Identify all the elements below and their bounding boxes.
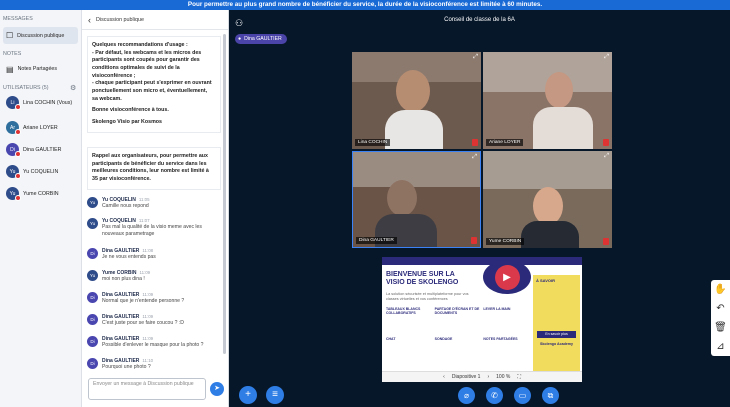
presentation-slide[interactable]: BIENVENUE SUR LA VISIO DE SKOLENGO ▶ La s… bbox=[382, 257, 582, 382]
chat-message: Yu Yu COQUELIN 11:07 Pas mal la qualité de … bbox=[87, 218, 223, 238]
expand-icon[interactable]: ⤢ bbox=[473, 54, 478, 61]
welcome-message: Quelques recommandations d'usage :- Par … bbox=[87, 36, 221, 133]
expand-icon[interactable]: ⤢ bbox=[604, 153, 609, 160]
slide-heading: VISIO DE SKOLENGO bbox=[386, 278, 459, 286]
fullscreen-icon[interactable]: ⛶ bbox=[517, 374, 521, 380]
video-tile[interactable]: ⤢ Yume CORBIN bbox=[483, 151, 612, 248]
user-item[interactable]: Yu Yu COQUELIN bbox=[3, 165, 78, 179]
chat-message: Di Dina GAULTIER 11:09 Normal que je n'ente… bbox=[87, 292, 223, 305]
mute-mic-button[interactable]: ⌀ bbox=[458, 387, 475, 404]
public-chat-item[interactable]: ☐ Discussion publique bbox=[3, 27, 78, 44]
time-limit-banner: Pour permettre au plus grand nombre de b… bbox=[0, 0, 730, 10]
phone-button[interactable]: ✆ bbox=[486, 387, 503, 404]
notes-header: NOTES bbox=[3, 51, 22, 57]
slide-more-button: En savoir plus bbox=[537, 331, 576, 338]
user-item[interactable]: Di Dina GAULTIER bbox=[3, 143, 78, 157]
settings-icon[interactable]: ⚙ bbox=[70, 84, 76, 92]
chat-icon: ☐ bbox=[6, 31, 14, 40]
slide-selector[interactable]: Diapositive 1 bbox=[452, 374, 481, 380]
video-tile[interactable]: ⤢ Lina COCHIN bbox=[352, 52, 481, 149]
slide-heading: BIENVENUE SUR LA bbox=[386, 271, 455, 278]
messages-header: MESSAGES bbox=[3, 16, 33, 22]
avatar: Di bbox=[87, 358, 98, 369]
avatar: Yu bbox=[87, 197, 98, 208]
feature-item: CHAT bbox=[386, 337, 396, 341]
send-button[interactable]: ➤ bbox=[210, 382, 224, 396]
avatar: Ar bbox=[6, 121, 21, 135]
presenter-badge: ● Dina GAULTIER bbox=[235, 34, 287, 44]
video-tile[interactable]: ⤢ Dina GAULTIER bbox=[352, 151, 481, 248]
slide-sidebar: À SAVOIR En savoir plus Skolengo Academy bbox=[533, 275, 580, 372]
meeting-title: Conseil de classe de la 6A bbox=[444, 17, 515, 23]
participant-name: Lina COCHIN bbox=[355, 139, 391, 146]
list-menu-button[interactable]: ≡ bbox=[266, 386, 284, 404]
muted-mic-icon bbox=[471, 237, 477, 244]
chat-message: Di Dina GAULTIER 11:08 Je ne vous entends p… bbox=[87, 248, 223, 261]
user-item[interactable]: Ar Ariane LOYER bbox=[3, 121, 78, 135]
chat-message: Di Dina GAULTIER 11:09 C'est juste pour se … bbox=[87, 314, 223, 327]
slide-subtitle: La solution sécurisée et multiplateforme… bbox=[386, 292, 469, 301]
zoom-level: 100 % bbox=[496, 374, 511, 380]
avatar: Di bbox=[87, 314, 98, 325]
expand-icon[interactable]: ⤢ bbox=[472, 154, 477, 161]
avatar: Yu bbox=[6, 187, 21, 201]
muted-mic-icon bbox=[472, 139, 478, 146]
feature-item: NOTES PARTAGÉES bbox=[483, 337, 518, 341]
play-icon: ▶ bbox=[494, 264, 520, 290]
feature-grid: TABLEAUX BLANCS COLLABORATIFS PARTAGE D'É… bbox=[386, 307, 530, 365]
chat-message: Yu Yu COQUELIN 11:05 Camille nous repond bbox=[87, 197, 223, 210]
chat-header[interactable]: ‹ Discussion publique bbox=[82, 10, 228, 30]
avatar: Di bbox=[87, 336, 98, 347]
chart-icon[interactable]: ⊿ bbox=[711, 337, 730, 356]
muted-mic-icon bbox=[603, 139, 609, 146]
feature-item: TABLEAUX BLANCS COLLABORATIFS bbox=[386, 307, 421, 315]
participant-name: Yume CORBIN bbox=[486, 238, 525, 245]
avatar: Li bbox=[6, 96, 21, 110]
prev-slide-button[interactable]: ‹ bbox=[443, 374, 445, 380]
avatar: Yu bbox=[87, 218, 98, 229]
add-action-button[interactable]: + bbox=[239, 386, 257, 404]
next-slide-button[interactable]: › bbox=[487, 374, 489, 380]
avatar: Di bbox=[87, 292, 98, 303]
notes-icon: ▤ bbox=[6, 64, 14, 74]
avatar: Yu bbox=[6, 165, 21, 179]
user-item[interactable]: Li Lina COCHIN (Vous) bbox=[3, 96, 78, 110]
video-tile[interactable]: ⤢ Ariane LOYER bbox=[483, 52, 612, 149]
feature-item: SONDAGE bbox=[434, 337, 453, 341]
message-list: Quelques recommandations d'usage :- Par … bbox=[82, 30, 228, 380]
users-header: UTILISATEURS (5) bbox=[3, 85, 49, 91]
expand-icon[interactable]: ⤢ bbox=[604, 54, 609, 61]
muted-mic-icon bbox=[603, 238, 609, 245]
left-panel: MESSAGES ☐ Discussion publique NOTES ▤ Not… bbox=[0, 10, 82, 407]
undo-icon[interactable]: ↶ bbox=[711, 299, 730, 318]
feature-item: LEVER LA MAIN bbox=[483, 307, 511, 311]
screenshare-button[interactable]: ⧉ bbox=[542, 387, 559, 404]
presentation-controls: ‹ Diapositive 1 › 100 % ⛶ bbox=[382, 371, 582, 382]
reminder-message: Rappel aux organisateurs, pour permettre… bbox=[87, 147, 221, 190]
avatar: Di bbox=[87, 248, 98, 259]
mic-icon: ● bbox=[238, 36, 242, 42]
conference-area: ⚇ Conseil de classe de la 6A ● Dina GAULT… bbox=[229, 10, 730, 407]
user-item[interactable]: Yu Yume CORBIN bbox=[3, 187, 78, 201]
camera-button[interactable]: ▭ bbox=[514, 387, 531, 404]
participant-name: Ariane LOYER bbox=[486, 139, 524, 146]
hand-icon[interactable]: ✋ bbox=[711, 280, 730, 299]
participant-name: Dina GAULTIER bbox=[356, 237, 397, 244]
shared-notes-item[interactable]: ▤ Notes Partagées bbox=[3, 62, 78, 76]
whiteboard-toolbar: ✋ ↶ 🗑 ⊿ bbox=[711, 280, 730, 356]
chat-scrollbar[interactable] bbox=[223, 34, 226, 354]
logo: ▶ bbox=[483, 260, 531, 294]
slide-topbar bbox=[382, 257, 582, 265]
chat-message-input[interactable]: Envoyer un message à Discussion publique bbox=[88, 378, 206, 400]
chat-message: Di Dina GAULTIER 11:10 Pourquoi une photo ? bbox=[87, 358, 223, 371]
chat-message: Di Dina GAULTIER 11:09 Possible d'enlever l… bbox=[87, 336, 223, 349]
chat-message: Yu Yume CORBIN 11:09 moi non plus dina ! bbox=[87, 270, 223, 283]
chat-panel: ‹ Discussion publique Quelques recommanda… bbox=[82, 10, 229, 407]
avatar: Di bbox=[6, 143, 21, 157]
feature-item: PARTAGE D'ÉCRAN ET DE DOCUMENTS bbox=[434, 307, 480, 315]
avatar: Yu bbox=[87, 270, 98, 281]
trash-icon[interactable]: 🗑 bbox=[711, 318, 730, 337]
back-chevron-icon[interactable]: ‹ bbox=[88, 15, 91, 25]
